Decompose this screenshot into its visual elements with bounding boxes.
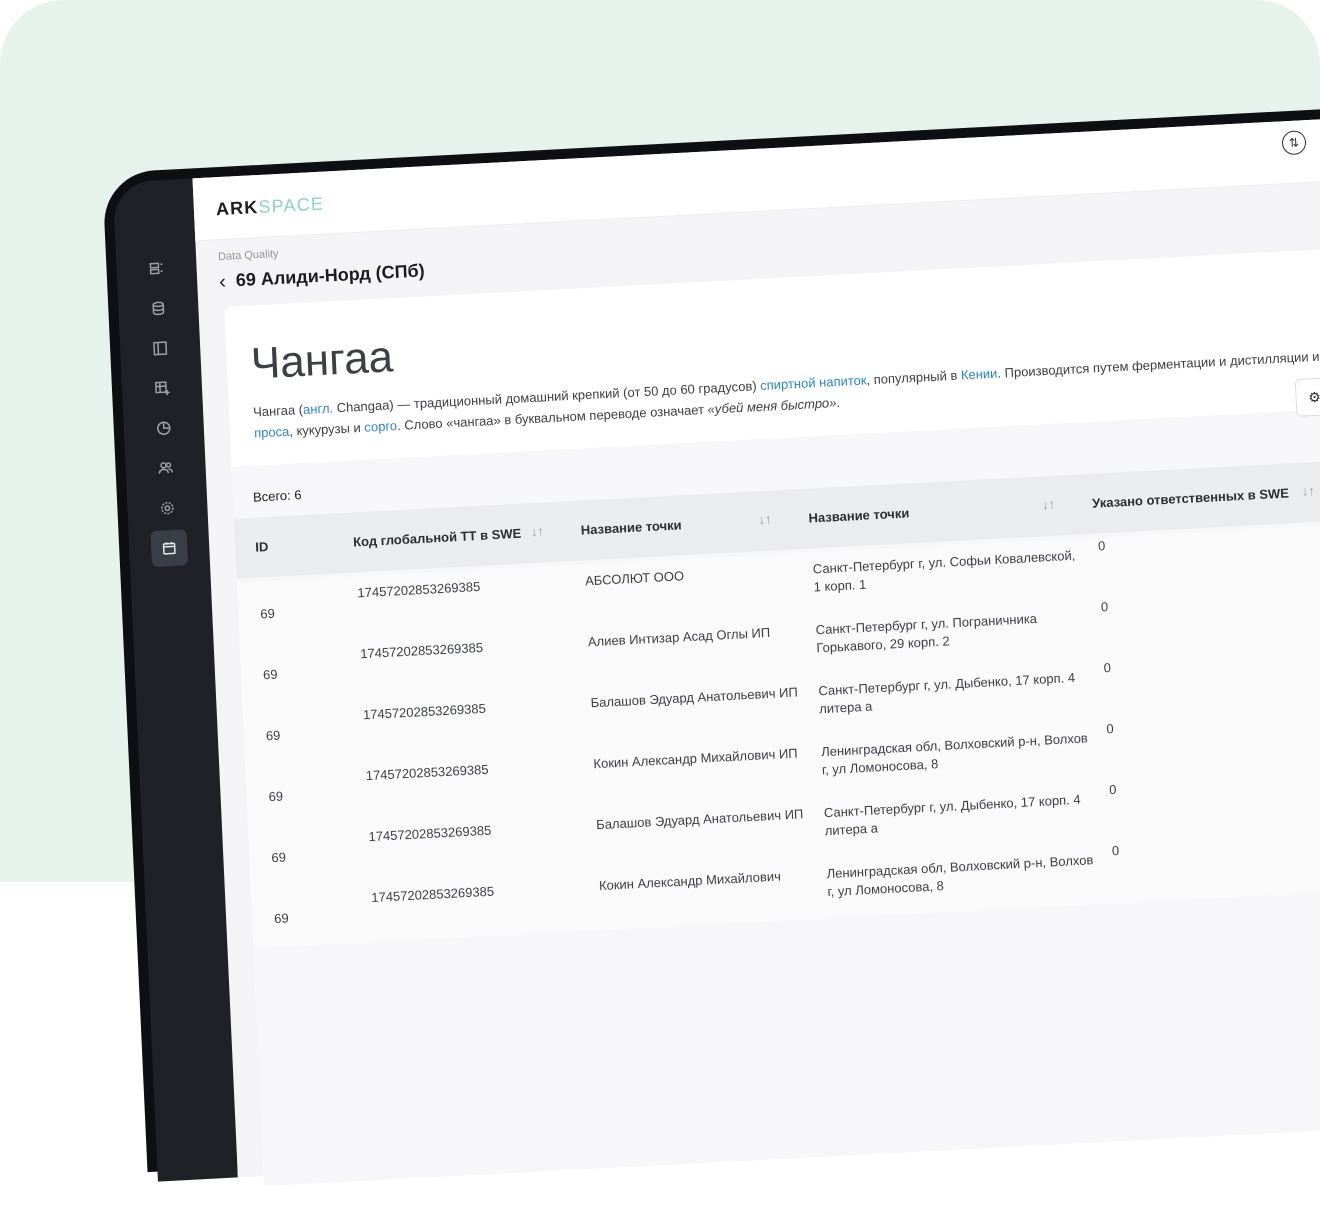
article-link[interactable]: спиртной напиток	[760, 372, 867, 393]
logo-primary: ARK	[215, 197, 258, 219]
table-cell-count: 0	[1106, 717, 1167, 738]
layout-icon	[152, 340, 169, 357]
sidebar-item-list[interactable]	[138, 250, 176, 288]
sidebar-item-settings[interactable]	[149, 489, 187, 527]
app-screen: ARKSPACE ⇅ Ст Ад Data Quality ‹ 69 Алиди…	[192, 100, 1320, 1177]
table-cell-name: Алиев Интизар Асад Оглы ИП	[588, 622, 799, 651]
table-cell-id: 69	[274, 907, 335, 928]
table-cell-code: 17457202853269385	[371, 879, 572, 907]
column-header-id: ID	[255, 539, 269, 555]
table-cell-count: 0	[1112, 839, 1173, 860]
article-title: Чангаа	[250, 332, 394, 389]
table-cell-address: Санкт-Петербург г, ул. Дыбенко, 17 корп.…	[824, 790, 1095, 840]
table-cell-id: 69	[268, 785, 329, 806]
article-link[interactable]: проса	[254, 424, 290, 441]
column-header-code[interactable]: Код глобальной ТТ в SWE	[353, 526, 522, 550]
sidebar-item-reports[interactable]	[145, 409, 183, 447]
table-cell-code: 17457202853269385	[365, 757, 566, 785]
table-cell-count: 0	[1100, 595, 1161, 616]
settings-icon	[159, 500, 176, 517]
table-cell-code: 17457202853269385	[357, 574, 558, 602]
title-row: ‹ 69 Алиди-Норд (СПб)	[219, 260, 425, 292]
article-text-span: .	[836, 395, 840, 410]
table-cell-id: 69	[265, 724, 326, 745]
table-cell-id: 69	[260, 602, 321, 623]
table-cell-count: 0	[1109, 778, 1170, 799]
database-icon	[150, 300, 167, 317]
table-cell-id: 69	[271, 846, 332, 867]
article-link[interactable]: Кении	[961, 366, 998, 383]
table-cell-count: 0	[1103, 656, 1164, 677]
table-cell-address: Ленинградская обл, Волховский р-н, Волхо…	[821, 729, 1092, 779]
sort-icon[interactable]: ↓↑	[531, 524, 545, 540]
total-count: Всего: 6	[253, 487, 302, 505]
article-text-span: «убей меня быстро»	[707, 395, 837, 417]
table-cell-code: 17457202853269385	[363, 696, 564, 724]
article-text-span: , кукурузы и	[289, 420, 365, 439]
table-cell-name: Кокин Александр Михайлович ИП	[593, 744, 804, 773]
table-cell-name: Балашов Эдуард Анатольевич ИП	[590, 683, 801, 712]
table-add-icon	[154, 380, 171, 397]
logo[interactable]: ARKSPACE	[215, 194, 324, 221]
sidebar-item-layout[interactable]	[141, 329, 179, 367]
table-section: ⚙ ⊕ Всего: 6 ID Код глобальной ТТ в SWE …	[232, 389, 1320, 1186]
table-cell-address: Санкт-Петербург г, ул. Софьи Ковалевской…	[812, 546, 1083, 596]
swap-icon[interactable]: ⇅	[1281, 130, 1306, 155]
sort-icon[interactable]: ↓↑	[1042, 497, 1056, 513]
chevron-left-icon[interactable]: ‹	[219, 271, 227, 291]
table-cell-name: Балашов Эдуард Анатольевич ИП	[596, 805, 807, 834]
article-text-span: Чангаа (	[253, 402, 304, 420]
calendar-icon	[161, 540, 178, 557]
article-link[interactable]: англ.	[303, 400, 334, 417]
column-header-responsible[interactable]: Указано ответственных в SWE	[1092, 485, 1289, 510]
sidebar-item-database[interactable]	[140, 289, 178, 327]
sidebar-item-calendar[interactable]	[150, 529, 188, 567]
sidebar-item-table[interactable]	[143, 369, 181, 407]
settings-button[interactable]: ⚙	[1295, 377, 1320, 417]
article-link[interactable]: сорго	[364, 418, 397, 435]
column-header-name-2[interactable]: Название точки	[808, 505, 909, 525]
column-header-name[interactable]: Название точки	[581, 517, 682, 537]
list-icon	[148, 260, 165, 277]
table-cell-count: 0	[1098, 534, 1159, 555]
table-cell-id: 69	[263, 663, 324, 684]
users-icon	[157, 460, 174, 477]
article-text-span: , популярный в	[866, 367, 961, 387]
table-cell-name: Кокин Александр Михайлович	[599, 866, 810, 895]
page-title: 69 Алиди-Норд (СПб)	[235, 260, 425, 291]
sort-icon[interactable]: ↓↑	[758, 512, 772, 528]
table-cell-address: Санкт-Петербург г, ул. Дыбенко, 17 корп.…	[818, 668, 1089, 718]
table-cell-address: Ленинградская обл, Волховский р-н, Волхо…	[826, 851, 1097, 901]
sort-icon[interactable]: ↓↑	[1301, 483, 1315, 499]
table-cell-address: Санкт-Петербург г, ул. Пограничника Горь…	[815, 607, 1086, 657]
table-cell-code: 17457202853269385	[360, 635, 561, 663]
device-frame: ARKSPACE ⇅ Ст Ад Data Quality ‹ 69 Алиди…	[160, 1, 1320, 1078]
logo-secondary: SPACE	[258, 194, 325, 217]
breadcrumb[interactable]: Data Quality	[218, 248, 279, 263]
table-cell-code: 17457202853269385	[368, 818, 569, 846]
sidebar-item-users[interactable]	[147, 449, 185, 487]
pie-chart-icon	[155, 420, 172, 437]
table-cell-name: АБСОЛЮТ ООО	[585, 561, 796, 590]
